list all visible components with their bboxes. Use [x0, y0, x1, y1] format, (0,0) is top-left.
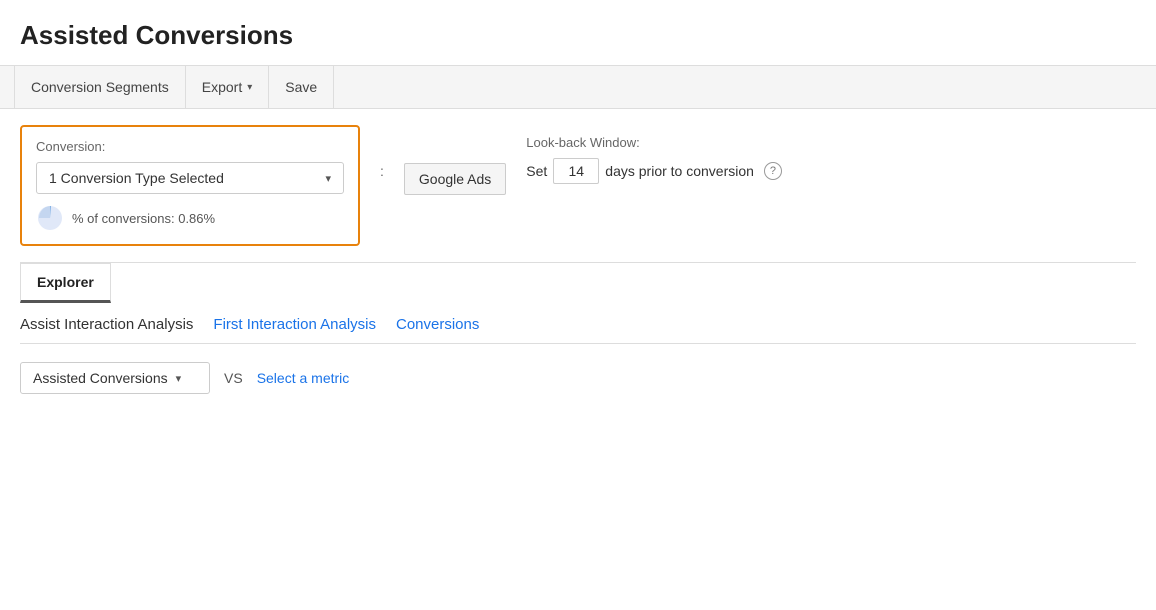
analysis-link-conversions[interactable]: Conversions [396, 316, 499, 333]
conversion-box: Conversion: 1 Conversion Type Selected ▾… [20, 125, 360, 246]
toolbar: Conversion Segments Export ▾ Save [0, 65, 1156, 109]
analysis-link-first[interactable]: First Interaction Analysis [213, 316, 396, 333]
lookback-set-text: Set [526, 163, 547, 179]
google-ads-button[interactable]: Google Ads [404, 163, 506, 195]
select-metric-link[interactable]: Select a metric [257, 370, 350, 386]
tab-explorer[interactable]: Explorer [20, 263, 111, 303]
conversion-dropdown-arrow-icon: ▾ [325, 172, 331, 185]
lookback-section: Look-back Window: Set days prior to conv… [526, 135, 782, 184]
filter-row: Conversion: 1 Conversion Type Selected ▾… [20, 125, 1136, 246]
conversion-type-value: 1 Conversion Type Selected [49, 170, 224, 186]
filter-colon: : [380, 163, 384, 179]
middle-filter: : [380, 125, 384, 179]
export-button[interactable]: Export ▾ [186, 65, 270, 109]
page-title: Assisted Conversions [0, 0, 1156, 65]
lookback-row: Set days prior to conversion ? [526, 158, 782, 184]
analysis-link-assist[interactable]: Assist Interaction Analysis [20, 316, 213, 333]
lookback-days-text: days prior to conversion [605, 163, 754, 179]
metric-dropdown[interactable]: Assisted Conversions ▾ [20, 362, 210, 394]
lookback-label: Look-back Window: [526, 135, 782, 150]
save-button[interactable]: Save [269, 65, 334, 109]
lookback-days-input[interactable] [553, 158, 599, 184]
tabs-section: Explorer [20, 262, 1136, 302]
conversion-percent-row: % of conversions: 0.86% [36, 204, 344, 232]
main-content: Conversion: 1 Conversion Type Selected ▾… [0, 109, 1156, 394]
metric-row: Assisted Conversions ▾ VS Select a metri… [20, 344, 1136, 394]
vs-text: VS [224, 370, 243, 386]
conversion-label: Conversion: [36, 139, 344, 154]
metric-dropdown-arrow-icon: ▾ [176, 372, 182, 385]
analysis-nav: Assist Interaction Analysis First Intera… [20, 302, 1136, 344]
tab-list: Explorer [20, 263, 1136, 302]
pie-chart-icon [36, 204, 64, 232]
metric-label: Assisted Conversions [33, 370, 168, 386]
conversion-type-dropdown[interactable]: 1 Conversion Type Selected ▾ [36, 162, 344, 194]
percent-text: % of conversions: 0.86% [72, 211, 215, 226]
help-icon[interactable]: ? [764, 162, 782, 180]
conversion-segments-button[interactable]: Conversion Segments [14, 65, 186, 109]
export-chevron-icon: ▾ [247, 82, 252, 93]
